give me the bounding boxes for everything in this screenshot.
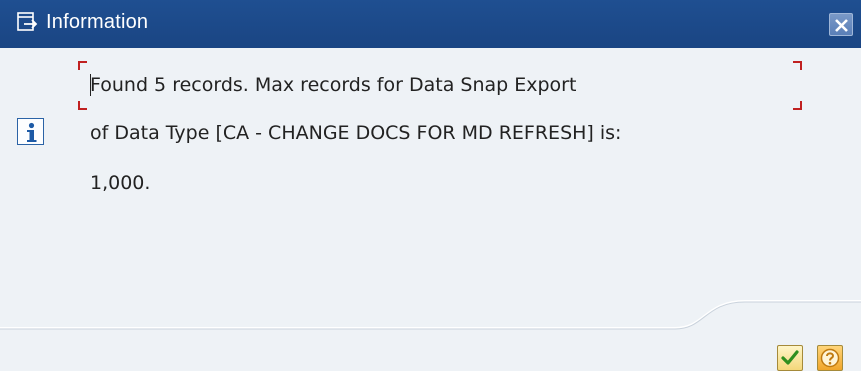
footer-separator xyxy=(0,300,861,330)
close-button[interactable] xyxy=(829,13,853,36)
text-caret xyxy=(90,74,91,96)
help-button[interactable] xyxy=(817,345,843,371)
info-icon xyxy=(17,118,44,145)
close-icon xyxy=(835,19,848,32)
continue-button[interactable] xyxy=(777,345,803,371)
message-line-3: 1,000. xyxy=(90,172,151,194)
focus-bracket xyxy=(793,101,802,110)
question-icon xyxy=(820,348,840,368)
checkmark-icon xyxy=(781,350,799,365)
dialog-title: Information xyxy=(46,11,149,33)
dialog-footer xyxy=(0,298,861,371)
message-line-1: Found 5 records. Max records for Data Sn… xyxy=(90,74,577,96)
message-area: Found 5 records. Max records for Data Sn… xyxy=(0,48,861,298)
window-arrow-icon xyxy=(17,12,39,32)
dialog-titlebar: Information xyxy=(0,0,861,48)
message-line-2: of Data Type [CA - CHANGE DOCS FOR MD RE… xyxy=(90,122,622,144)
focus-bracket xyxy=(793,61,802,70)
focus-bracket xyxy=(78,61,87,70)
focus-bracket xyxy=(78,101,87,110)
